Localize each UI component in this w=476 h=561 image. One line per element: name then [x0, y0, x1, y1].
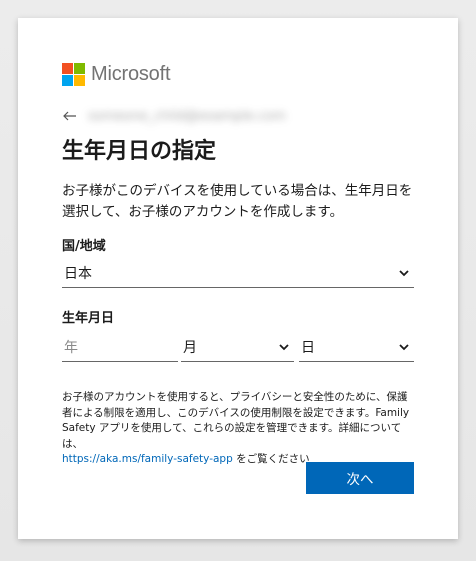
notice-text: お子様のアカウントを使用すると、プライバシーと安全性のために、保護者による制限を… — [62, 391, 410, 450]
back-row: someone_child@example.com — [62, 106, 286, 126]
description-text: お子様がこのデバイスを使用している場合は、生年月日を選択して、お子様のアカウント… — [62, 183, 413, 220]
back-arrow-icon[interactable] — [62, 108, 78, 124]
month-select[interactable]: 月 — [181, 332, 294, 362]
region-value: 日本 — [64, 265, 92, 282]
day-select[interactable]: 日 — [299, 332, 414, 362]
year-input[interactable]: 年 — [62, 332, 178, 362]
year-placeholder: 年 — [64, 339, 78, 356]
dialog-card: Microsoft someone_child@example.com 生年月日… — [18, 18, 458, 539]
chevron-down-icon — [399, 343, 409, 350]
family-safety-link[interactable]: https://aka.ms/family-safety-app — [62, 453, 233, 465]
region-select[interactable]: 日本 — [62, 258, 414, 288]
account-identity: someone_child@example.com — [88, 108, 286, 124]
chevron-down-icon — [279, 343, 289, 350]
region-label: 国/地域 — [62, 239, 106, 254]
month-value: 月 — [183, 339, 197, 356]
microsoft-logo: Microsoft — [62, 62, 171, 86]
microsoft-wordmark: Microsoft — [91, 63, 171, 85]
family-safety-notice: お子様のアカウントを使用すると、プライバシーと安全性のために、保護者による制限を… — [62, 390, 414, 468]
chevron-down-icon — [399, 269, 409, 276]
day-value: 日 — [301, 339, 315, 356]
birthdate-label: 生年月日 — [62, 311, 115, 326]
microsoft-squares-icon — [62, 62, 85, 86]
page-title: 生年月日の指定 — [62, 139, 217, 164]
notice-suffix: をご覧ください — [232, 453, 310, 465]
next-button[interactable]: 次へ — [306, 462, 414, 494]
